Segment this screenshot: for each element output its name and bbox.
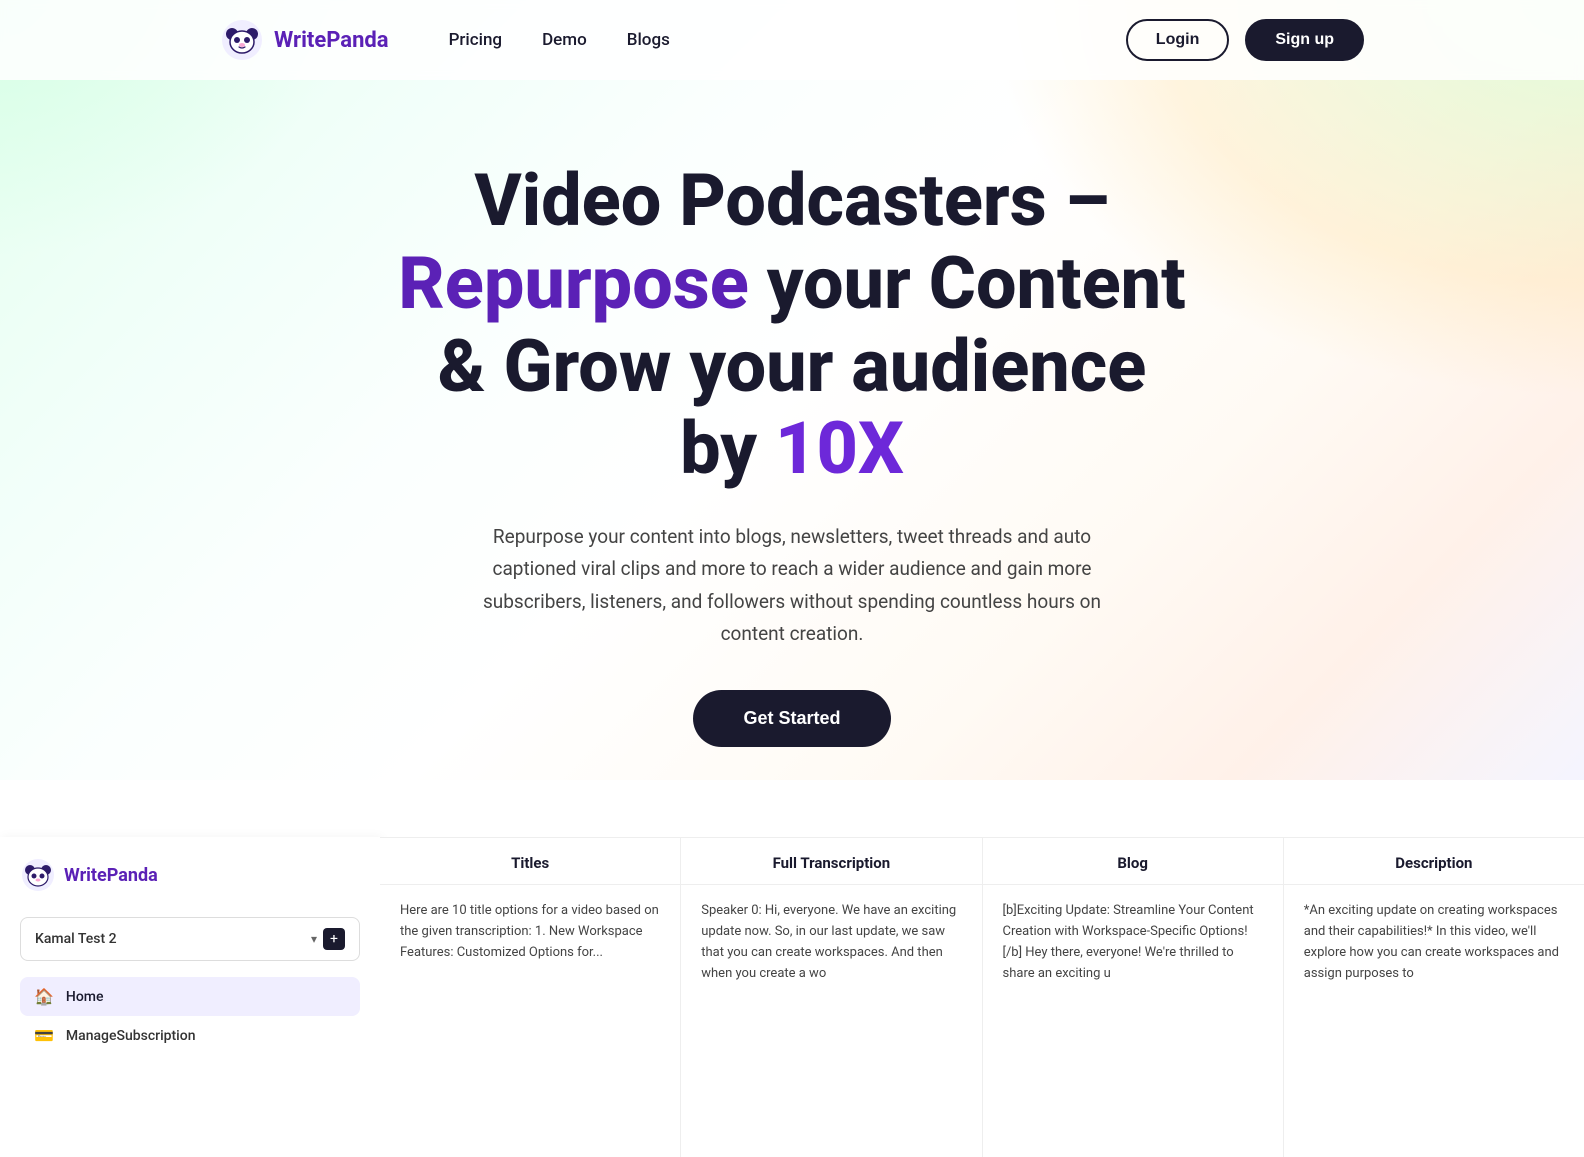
col-blog-body: [b]Exciting Update: Streamline Your Cont…	[983, 885, 1283, 1000]
hero-section: Video Podcasters – Repurpose your Conten…	[0, 80, 1584, 807]
nav-link-blogs[interactable]: Blogs	[627, 30, 670, 50]
chevron-down-icon: ▾	[311, 932, 317, 946]
sidebar-item-home-label: Home	[66, 989, 104, 1005]
col-blog-header: Blog	[983, 838, 1283, 885]
sidebar-item-manage-subscription-label: ManageSubscription	[66, 1028, 196, 1044]
sidebar-logo: WritePanda	[20, 857, 360, 893]
sidebar-item-manage-subscription[interactable]: 💳 ManageSubscription	[20, 1016, 360, 1055]
home-icon: 🏠	[34, 987, 54, 1006]
nav-link-demo[interactable]: Demo	[542, 30, 587, 50]
login-button[interactable]: Login	[1126, 19, 1230, 61]
navbar: WritePanda Pricing Demo Blogs Login Sign…	[0, 0, 1584, 80]
col-titles-header: Titles	[380, 838, 680, 885]
nav-links: Pricing Demo Blogs	[449, 30, 670, 50]
navbar-left: WritePanda Pricing Demo Blogs	[220, 18, 670, 62]
content-table: Titles Here are 10 title options for a v…	[380, 837, 1584, 1157]
logo-icon	[220, 18, 264, 62]
col-description-body: *An exciting update on creating workspac…	[1284, 885, 1584, 1000]
sidebar-logo-text: WritePanda	[64, 865, 158, 886]
col-description: Description *An exciting update on creat…	[1284, 838, 1584, 1157]
col-titles-body: Here are 10 title options for a video ba…	[380, 885, 680, 979]
col-transcription-body: Speaker 0: Hi, everyone. We have an exci…	[681, 885, 981, 1000]
add-workspace-icon[interactable]: +	[323, 928, 345, 950]
col-titles: Titles Here are 10 title options for a v…	[380, 838, 681, 1157]
navbar-right: Login Sign up	[1126, 19, 1364, 61]
workspace-selector[interactable]: Kamal Test 2 ▾ +	[20, 917, 360, 961]
subscription-icon: 💳	[34, 1026, 54, 1045]
sidebar-item-home[interactable]: 🏠 Home	[20, 977, 360, 1016]
bottom-section: WritePanda Kamal Test 2 ▾ + 🏠 Home 💳 Man…	[0, 837, 1584, 1157]
sidebar-logo-icon	[20, 857, 56, 893]
nav-link-pricing[interactable]: Pricing	[449, 30, 503, 50]
hero-title: Video Podcasters – Repurpose your Conten…	[200, 160, 1384, 491]
col-transcription-header: Full Transcription	[681, 838, 981, 885]
col-blog: Blog [b]Exciting Update: Streamline Your…	[983, 838, 1284, 1157]
col-transcription: Full Transcription Speaker 0: Hi, everyo…	[681, 838, 982, 1157]
logo: WritePanda	[220, 18, 389, 62]
col-description-header: Description	[1284, 838, 1584, 885]
get-started-button[interactable]: Get Started	[693, 690, 890, 747]
sidebar: WritePanda Kamal Test 2 ▾ + 🏠 Home 💳 Man…	[0, 837, 380, 1157]
hero-subtitle: Repurpose your content into blogs, newsl…	[482, 521, 1102, 650]
content-area: Titles Here are 10 title options for a v…	[380, 837, 1584, 1157]
workspace-name: Kamal Test 2	[35, 931, 117, 947]
signup-button[interactable]: Sign up	[1245, 19, 1364, 61]
workspace-icons: ▾ +	[311, 928, 345, 950]
logo-text: WritePanda	[274, 28, 389, 53]
